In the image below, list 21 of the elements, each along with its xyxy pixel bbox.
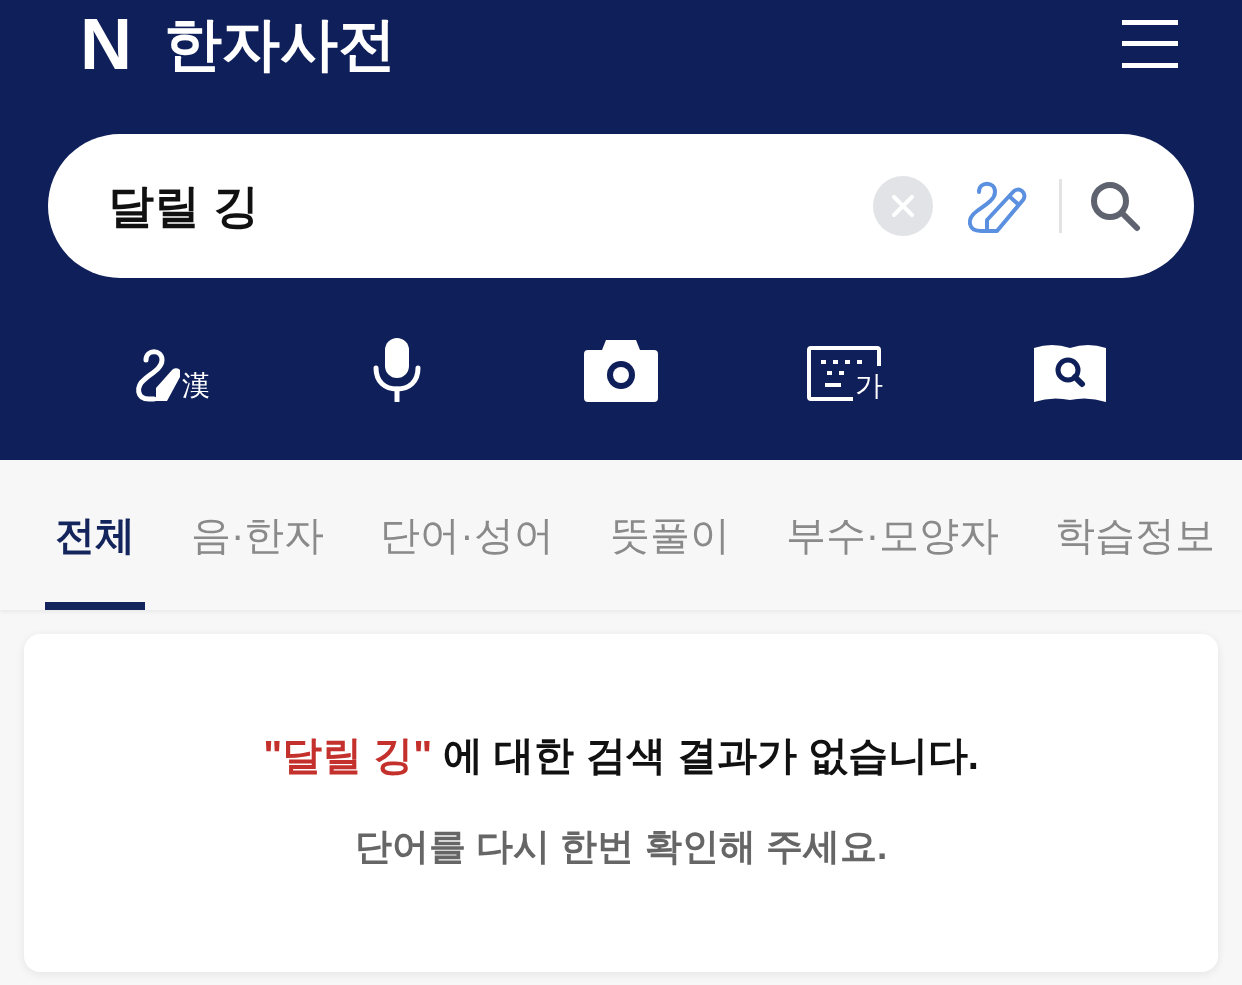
- search-icon: [1089, 180, 1141, 232]
- search-bar[interactable]: 달릴 깅: [48, 134, 1194, 278]
- menu-icon: [1122, 20, 1178, 68]
- handwriting-hanja-button[interactable]: 漢: [134, 338, 211, 402]
- app-title: 한자사전: [164, 15, 397, 73]
- close-icon: [892, 195, 914, 217]
- logo[interactable]: N: [80, 8, 129, 80]
- search-button[interactable]: [1088, 179, 1142, 233]
- no-result-message: "달릴 깅" 에 대한 검색 결과가 없습니다.: [263, 732, 979, 779]
- voice-search-button[interactable]: [371, 338, 422, 402]
- book-search-icon: [1033, 342, 1106, 402]
- camera-icon: [584, 340, 658, 402]
- retry-hint: 단어를 다시 한번 확인해 주세요.: [354, 825, 888, 869]
- category-tab[interactable]: 전체: [45, 460, 145, 610]
- keyboard-icon: [807, 346, 882, 402]
- keyboard-input-button[interactable]: 가: [807, 338, 884, 402]
- microphone-icon: [371, 338, 422, 402]
- camera-search-button[interactable]: [584, 338, 658, 402]
- handwriting-pen-icon: [134, 346, 181, 402]
- menu-button[interactable]: [1122, 20, 1178, 68]
- search-input[interactable]: 달릴 깅: [108, 171, 873, 241]
